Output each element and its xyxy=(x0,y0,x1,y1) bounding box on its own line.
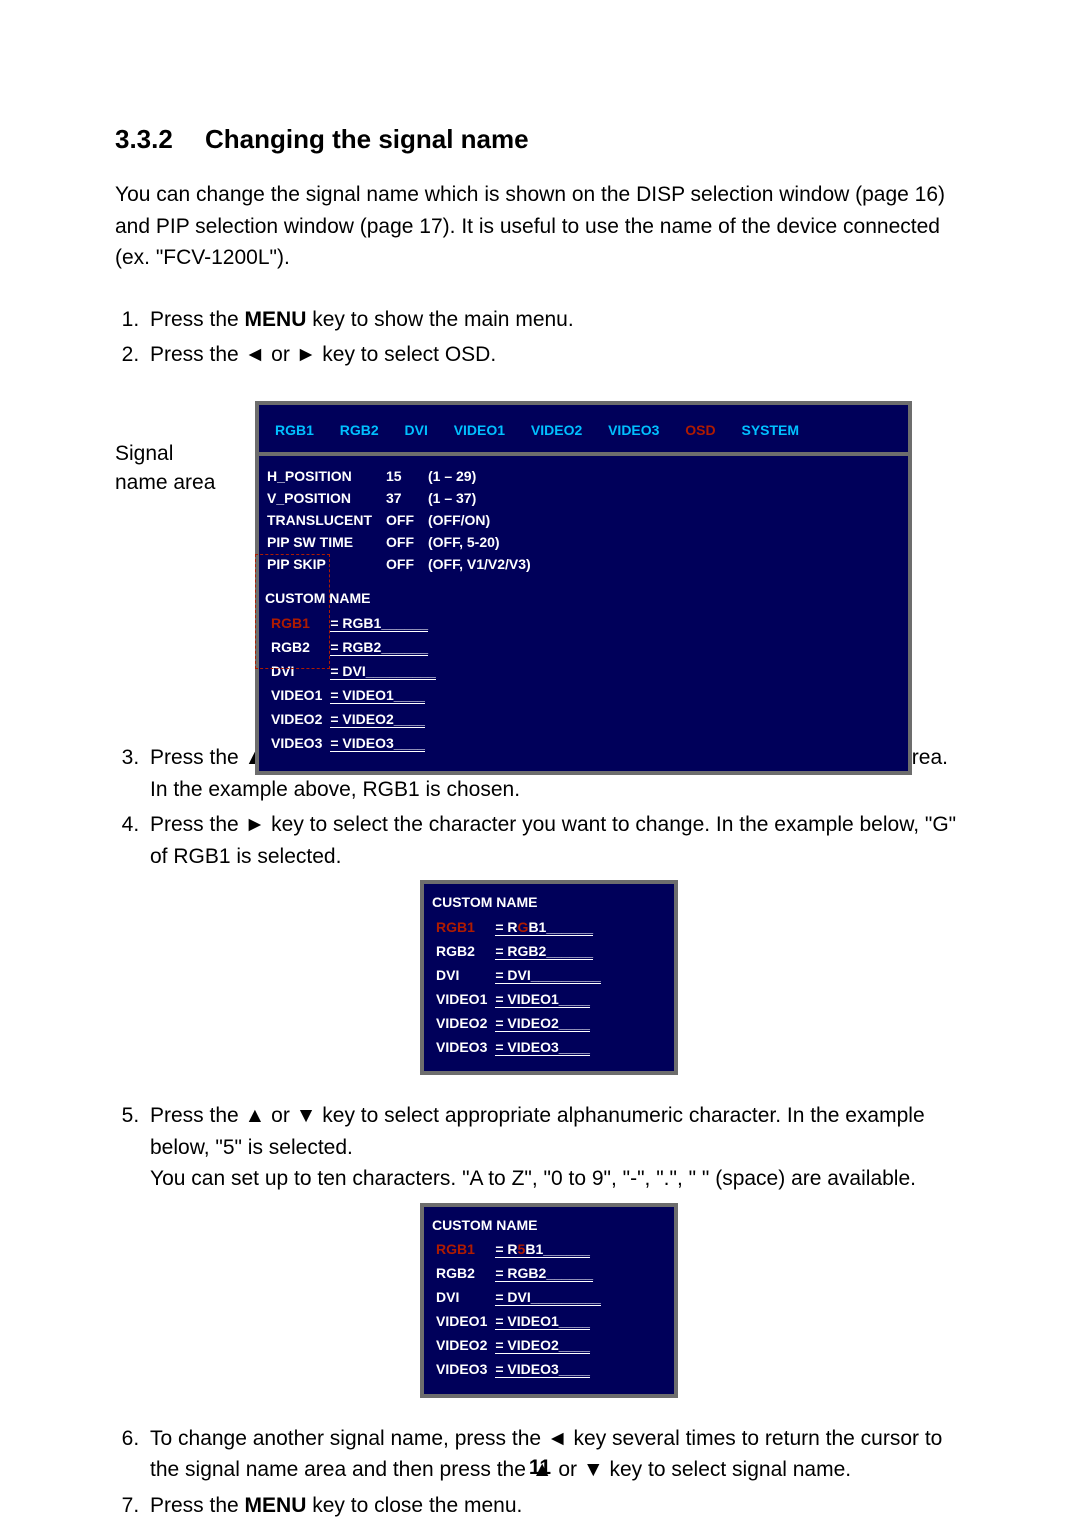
step-5: Press the ▲ or ▼ key to select appropria… xyxy=(145,1100,965,1195)
tab-video1: VIDEO1 xyxy=(454,422,505,438)
steps-list: Press the MENU key to show the main menu… xyxy=(115,304,965,371)
tab-rgb2: RGB2 xyxy=(340,422,379,438)
tab-video3: VIDEO3 xyxy=(608,422,659,438)
custom-name-panel-2: CUSTOM NAME RGB1= RGB1______ RGB2= RGB2_… xyxy=(420,880,678,1075)
step-7: Press the MENU key to close the menu. xyxy=(145,1490,965,1522)
tab-rgb1: RGB1 xyxy=(275,422,314,438)
custom-name-list: RGB1= RGB1______ RGB2= RGB2______ DVI= D… xyxy=(267,611,440,755)
custom-name-panel-3: CUSTOM NAME RGB1= R5B1______ RGB2= RGB2_… xyxy=(420,1203,678,1398)
osd-figure: Signal name area RGB1 RGB2 DVI VIDEO1 VI… xyxy=(115,401,965,676)
intro-paragraph: You can change the signal name which is … xyxy=(115,179,965,274)
section-heading: 3.3.2Changing the signal name xyxy=(115,120,965,159)
section-number: 3.3.2 xyxy=(115,120,205,159)
custom-name-header: CUSTOM NAME xyxy=(259,576,908,609)
step-4: Press the ► key to select the character … xyxy=(145,809,965,872)
steps-list-cont2: Press the ▲ or ▼ key to select appropria… xyxy=(115,1100,965,1195)
osd-panel: RGB1 RGB2 DVI VIDEO1 VIDEO2 VIDEO3 OSD S… xyxy=(255,401,912,776)
osd-settings: H_POSITION15(1 – 29) V_POSITION37(1 – 37… xyxy=(267,466,545,576)
step-2: Press the ◄ or ► key to select OSD. xyxy=(145,339,965,371)
tab-osd: OSD xyxy=(685,422,715,438)
tab-dvi: DVI xyxy=(405,422,428,438)
osd-tabs: RGB1 RGB2 DVI VIDEO1 VIDEO2 VIDEO3 OSD S… xyxy=(259,405,908,453)
side-label: Signal name area xyxy=(115,439,245,498)
tab-video2: VIDEO2 xyxy=(531,422,582,438)
tab-system: SYSTEM xyxy=(741,422,799,438)
page-number: 11 xyxy=(0,1452,1080,1484)
step-1: Press the MENU key to show the main menu… xyxy=(145,304,965,336)
section-title: Changing the signal name xyxy=(205,124,529,154)
